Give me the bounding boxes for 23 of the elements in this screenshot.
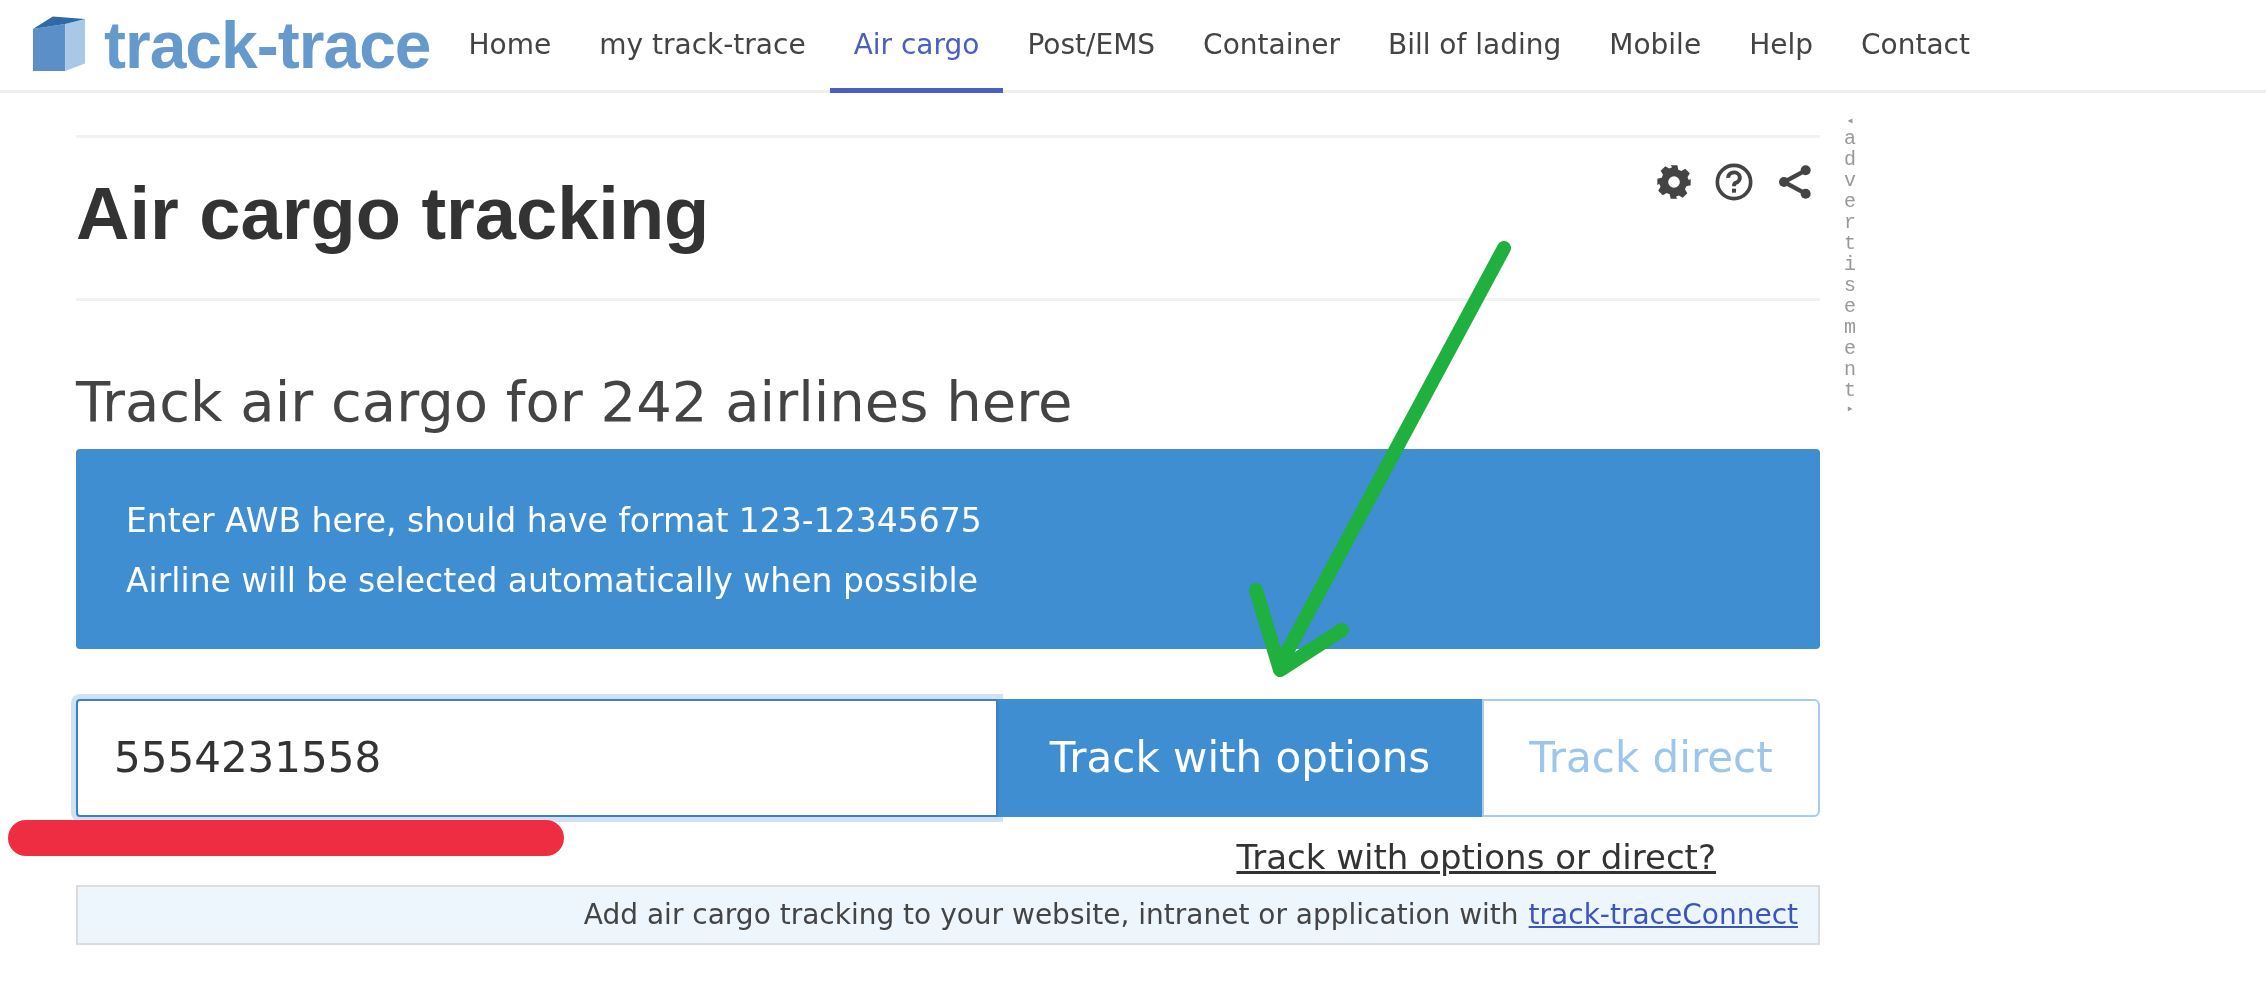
arrow-left-glyph: ◂ <box>1846 113 1854 128</box>
nav-tab[interactable]: Air cargo <box>829 0 1004 93</box>
advertisement-label: advertisement <box>1843 128 1857 401</box>
track-options-button[interactable]: Track with options <box>998 698 1482 817</box>
connect-link[interactable]: track-traceConnect <box>1528 898 1798 932</box>
arrow-right-glyph: ▸ <box>1846 401 1854 416</box>
info-text: Enter AWB here, should have format 123-12345675 <box>126 499 983 542</box>
nav-tab[interactable]: my track-trace <box>575 0 830 93</box>
info-text: Airline will be selected automatically when possible <box>126 559 980 602</box>
nav-tab[interactable]: Post/EMS <box>1003 0 1180 93</box>
nav-tab[interactable]: Mobile <box>1585 0 1726 93</box>
nav-tab[interactable]: Container <box>1179 0 1364 93</box>
nav-tab[interactable]: Home <box>444 0 576 93</box>
settings-icon[interactable] <box>1654 162 1694 202</box>
subtitle: Track air cargo for 242 airlines here <box>76 371 1074 433</box>
nav-tab[interactable]: Bill of lading <box>1363 0 1586 93</box>
nav-tab[interactable]: Help <box>1725 0 1837 93</box>
footer-text: Add air cargo tracking to your website, intranet or application with <box>583 898 1519 932</box>
nav-tab[interactable]: Contact <box>1837 0 1994 93</box>
awb-input-field[interactable]: 5554231558 <box>76 698 998 817</box>
help-link[interactable]: Track with options or direct? <box>1236 836 1716 877</box>
help-icon[interactable] <box>1714 162 1754 202</box>
page-title: Air cargo tracking <box>76 171 710 257</box>
